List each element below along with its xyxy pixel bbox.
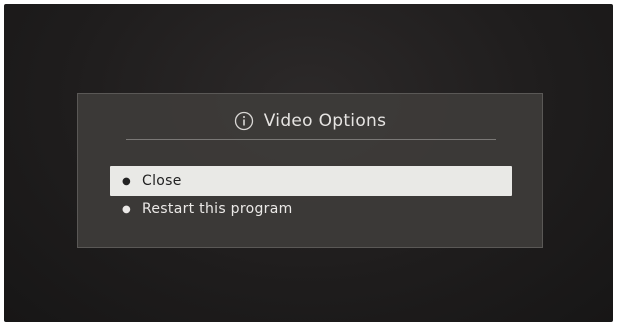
options-menu: ● Close ● Restart this program [110,166,512,224]
menu-item-restart-program[interactable]: ● Restart this program [110,194,512,224]
header-divider [126,139,496,140]
menu-item-close[interactable]: ● Close [110,166,512,196]
video-options-dialog: Video Options ● Close ● Restart this pro… [77,93,543,248]
bullet-icon: ● [122,175,132,187]
menu-item-label: Close [142,173,182,189]
dialog-header: Video Options [78,108,542,134]
dialog-title: Video Options [263,111,387,131]
tv-screen: Video Options ● Close ● Restart this pro… [4,4,613,322]
menu-item-label: Restart this program [142,201,293,217]
info-icon [234,111,254,131]
bullet-icon: ● [122,203,132,215]
